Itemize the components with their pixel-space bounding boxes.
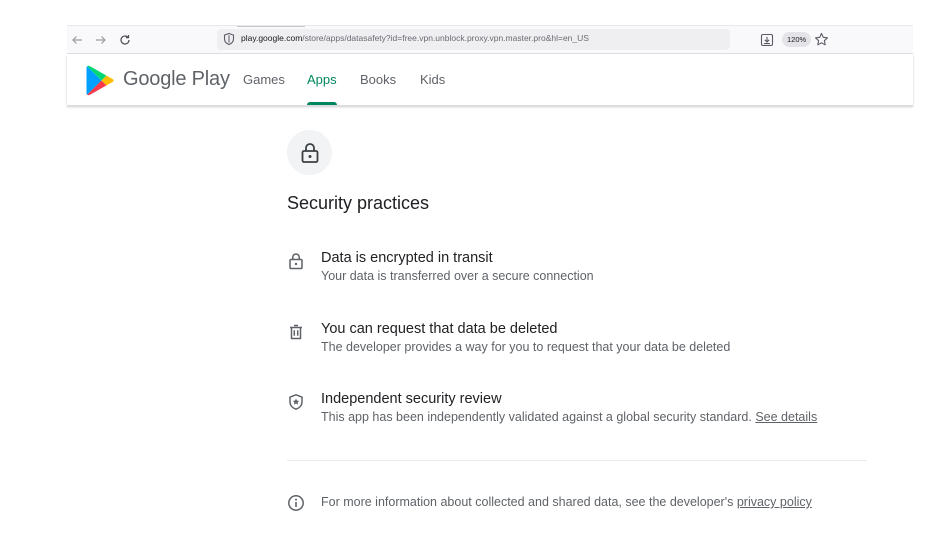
practice-description: This app has been independently validate…	[321, 410, 817, 424]
nav-tab-label: Apps	[307, 72, 337, 87]
privacy-policy-link[interactable]: privacy policy	[737, 495, 812, 509]
practice-description: Your data is transferred over a secure c…	[321, 269, 594, 283]
nav-tab-label: Books	[360, 72, 397, 87]
nav-tab-apps[interactable]: Apps	[307, 54, 337, 105]
url-bar[interactable]: play.google.com/store/apps/datasafety?id…	[217, 29, 730, 50]
google-play-wordmark[interactable]: Google Play	[123, 68, 230, 91]
nav-tab-books[interactable]: Books	[360, 54, 396, 105]
practice-title: You can request that data be deleted	[321, 321, 558, 337]
page: play.google.com/store/apps/datasafety?id…	[0, 0, 938, 536]
lock-icon	[287, 252, 305, 270]
nav-tab-label: Kids	[420, 72, 446, 87]
tracking-shield-icon[interactable]	[222, 32, 236, 46]
browser-toolbar: play.google.com/store/apps/datasafety?id…	[67, 25, 913, 54]
url-text: play.google.com/store/apps/datasafety?id…	[241, 33, 589, 43]
url-host: play.google.com	[241, 33, 303, 43]
trash-icon	[287, 323, 305, 341]
play-header: Google Play Games Apps Books Kids	[67, 54, 913, 106]
practice-description-text: This app has been independently validate…	[321, 410, 752, 424]
save-page-icon[interactable]	[760, 33, 774, 47]
left-margin	[0, 0, 67, 536]
tab-indicator	[237, 26, 305, 27]
more-info-label: For more information about collected and…	[321, 495, 734, 509]
practice-title: Data is encrypted in transit	[321, 250, 493, 266]
lock-icon	[301, 142, 318, 163]
shield-star-icon	[287, 393, 305, 411]
nav-tab-kids[interactable]: Kids	[420, 54, 445, 105]
google-play-logo-icon[interactable]	[86, 65, 115, 96]
section-title: Security practices	[287, 193, 430, 213]
security-lock-badge	[287, 130, 332, 175]
url-path: /store/apps/datasafety?id=free.vpn.unblo…	[302, 33, 589, 43]
section-divider	[287, 460, 867, 461]
see-details-link[interactable]: See details	[755, 410, 817, 424]
nav-tab-label: Games	[243, 72, 285, 87]
bookmark-star-icon[interactable]	[814, 32, 829, 47]
forward-arrow-icon[interactable]	[93, 32, 109, 48]
reload-icon[interactable]	[117, 32, 133, 48]
zoom-level-badge[interactable]: 120%	[782, 32, 812, 47]
practice-title: Independent security review	[321, 391, 502, 407]
back-arrow-icon[interactable]	[69, 32, 85, 48]
practice-description: The developer provides a way for you to …	[321, 340, 731, 354]
more-info-text: For more information about collected and…	[321, 495, 812, 509]
info-icon	[287, 494, 305, 512]
nav-tab-games[interactable]: Games	[243, 54, 285, 105]
